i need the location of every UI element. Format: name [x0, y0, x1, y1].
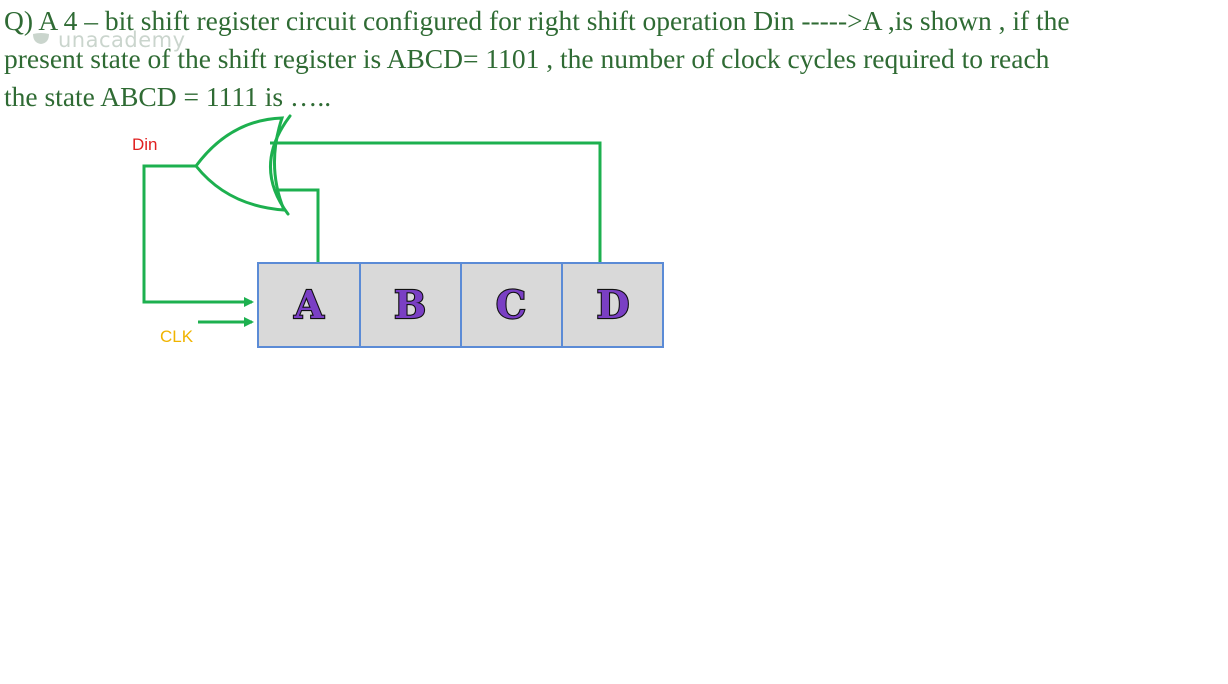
- shift-register-diagram: Din CLK A B C D: [132, 114, 664, 348]
- cell-label-c: C: [496, 282, 526, 327]
- din-label: Din: [132, 135, 158, 154]
- feedback-wire-a: [276, 188, 320, 262]
- shift-register: A B C D: [257, 262, 664, 348]
- xor-gate: [194, 114, 292, 216]
- cell-label-b: B: [394, 282, 426, 327]
- cell-label-a: A: [293, 282, 324, 327]
- cell-label-d: D: [597, 282, 630, 327]
- clk-label: CLK: [160, 327, 194, 346]
